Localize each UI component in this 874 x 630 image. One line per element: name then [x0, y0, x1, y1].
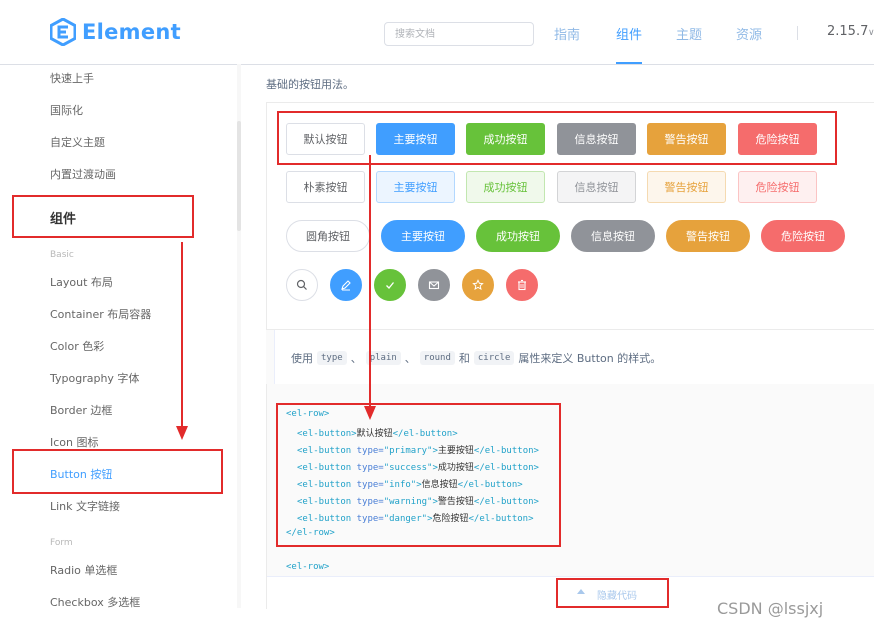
header: Element 指南 组件 主题 资源 2.15.7 ∨: [0, 0, 874, 65]
sidebar-item-i18n[interactable]: 国际化: [50, 102, 83, 118]
star-icon: [472, 279, 484, 291]
circle-edit-button[interactable]: [330, 269, 362, 301]
round-success-button[interactable]: 成功按钮: [476, 220, 560, 252]
plain-success-button[interactable]: 成功按钮: [466, 171, 545, 203]
plain-default-button[interactable]: 朴素按钮: [286, 171, 365, 203]
plain-info-button[interactable]: 信息按钮: [557, 171, 636, 203]
round-warning-button[interactable]: 警告按钮: [666, 220, 750, 252]
plain-primary-button[interactable]: 主要按钮: [376, 171, 455, 203]
sidebar-item-icon[interactable]: Icon 图标: [50, 434, 99, 450]
sidebar-subgroup-basic: Basic: [50, 250, 74, 260]
demo-description-area: 使用 type 、 plain 、 round 和 circle 属性来定义 B…: [266, 329, 874, 385]
annotation-box-components: [12, 195, 194, 238]
annotation-box-code: [276, 403, 561, 547]
sidebar-item-layout[interactable]: Layout 布局: [50, 274, 113, 290]
desc-sep2: 、: [404, 352, 416, 365]
desc-suffix: 属性来定义 Button 的样式。: [518, 352, 662, 365]
sidebar-item-container[interactable]: Container 布局容器: [50, 306, 151, 322]
sidebar-item-link[interactable]: Link 文字链接: [50, 498, 120, 514]
sidebar-scrollbar[interactable]: [237, 121, 241, 231]
search-input[interactable]: [384, 22, 534, 46]
demo-description: 使用 type 、 plain 、 round 和 circle 属性来定义 B…: [274, 330, 874, 384]
message-icon: [428, 281, 440, 290]
sidebar-item-border[interactable]: Border 边框: [50, 402, 112, 418]
sidebar-subgroup-form: Form: [50, 538, 73, 548]
nav-active-indicator: [616, 62, 642, 64]
annotation-box-default-row: [277, 111, 837, 165]
brand-name: Element: [82, 20, 181, 44]
round-primary-button[interactable]: 主要按钮: [381, 220, 465, 252]
circle-star-button[interactable]: [462, 269, 494, 301]
sidebar-item-typography[interactable]: Typography 字体: [50, 370, 139, 386]
sidebar-item-color[interactable]: Color 色彩: [50, 338, 104, 354]
edit-icon: [341, 280, 351, 291]
circle-message-button[interactable]: [418, 269, 450, 301]
nav-divider: [797, 26, 798, 40]
annotation-box-hide-code: [556, 578, 669, 608]
nav-theme[interactable]: 主题: [676, 24, 702, 43]
nav-components[interactable]: 组件: [616, 24, 642, 43]
chevron-down-icon[interactable]: ∨: [868, 28, 874, 38]
version-selector[interactable]: 2.15.7: [827, 24, 868, 39]
nav-guide[interactable]: 指南: [554, 24, 580, 43]
code-round: round: [419, 351, 455, 365]
search-icon: [296, 279, 307, 290]
round-info-button[interactable]: 信息按钮: [571, 220, 655, 252]
code-line: <el-row>: [286, 562, 330, 572]
brand-logo[interactable]: Element: [50, 18, 181, 46]
circle-delete-button[interactable]: [506, 269, 538, 301]
desc-prefix: 使用: [291, 352, 313, 365]
arrow-head-sidebar: [176, 426, 188, 440]
round-danger-button[interactable]: 危险按钮: [761, 220, 845, 252]
annotation-box-button-menu: [12, 449, 223, 494]
sidebar-item-quickstart[interactable]: 快速上手: [50, 70, 94, 86]
demo-intro: 基础的按钮用法。: [266, 78, 354, 91]
check-icon: [386, 282, 395, 289]
round-default-button[interactable]: 圆角按钮: [286, 220, 370, 252]
plain-warning-button[interactable]: 警告按钮: [647, 171, 726, 203]
desc-sep1: 、: [350, 352, 362, 365]
circle-check-button[interactable]: [374, 269, 406, 301]
delete-icon: [518, 279, 526, 291]
watermark: CSDN @lssjxj: [717, 599, 824, 618]
code-plain: plain: [365, 351, 401, 365]
element-logo-icon: [50, 18, 76, 46]
sidebar-item-custom-theme[interactable]: 自定义主题: [50, 134, 105, 150]
nav-resources[interactable]: 资源: [736, 24, 762, 43]
sidebar-item-radio[interactable]: Radio 单选框: [50, 562, 117, 578]
circle-search-button[interactable]: [286, 269, 318, 301]
sidebar-item-checkbox[interactable]: Checkbox 多选框: [50, 594, 140, 610]
code-type: type: [317, 351, 347, 365]
code-circle: circle: [473, 351, 515, 365]
sidebar-item-transition[interactable]: 内置过渡动画: [50, 166, 116, 182]
description-text: 使用 type 、 plain 、 round 和 circle 属性来定义 B…: [291, 350, 661, 366]
desc-and: 和: [458, 352, 470, 365]
plain-danger-button[interactable]: 危险按钮: [738, 171, 817, 203]
